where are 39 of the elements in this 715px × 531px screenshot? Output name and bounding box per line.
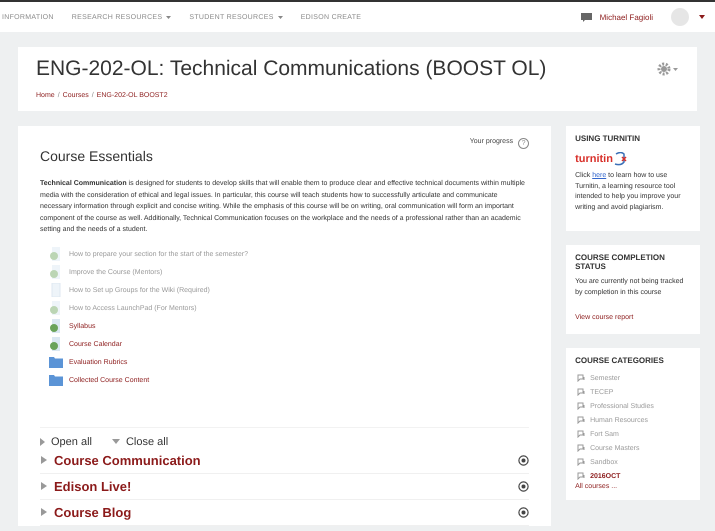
caret-right-icon[interactable] [40,482,48,490]
folder-icon [49,356,63,368]
page-icon [49,319,63,334]
category-icon [577,430,586,438]
topic-link[interactable]: Edison Live! [54,478,512,494]
topic-link[interactable]: Course Blog [54,504,512,520]
block-title: COURSE CATEGORIES [575,356,665,365]
category-icon [577,444,586,452]
topic-link[interactable]: Course Communication [54,452,512,468]
category-icon [577,458,586,466]
block-title: USING TURNITIN [575,134,641,143]
page-icon [49,265,63,280]
caret-icon[interactable] [699,15,705,19]
category-icon [577,388,586,396]
settings-icon[interactable] [657,62,679,76]
document-icon [49,283,63,298]
close-all-link[interactable]: Close all [112,436,168,448]
turnitin-logo: turnitin [575,152,629,166]
open-all-link[interactable]: Open all [40,436,92,448]
section-title: Course Essentials [40,148,154,164]
page-title: ENG-202-OL: Technical Communications (BOOST OL) [36,57,546,81]
category-icon [577,416,586,424]
page-icon [49,337,63,352]
page-icon [49,247,63,262]
category-icon [577,402,586,410]
user-name[interactable]: Michael Fagioli [600,12,653,22]
page-icon [49,301,63,316]
radio-icon[interactable] [518,506,530,518]
block-title: COURSE COMPLETION STATUS [575,253,666,271]
caret-right-icon[interactable] [40,456,48,464]
caret-right-icon[interactable] [40,508,48,516]
category-icon [577,472,586,480]
radio-icon[interactable] [518,454,530,466]
category-icon [577,374,586,382]
folder-icon [49,374,63,386]
caret-right-icon [40,438,45,446]
radio-icon[interactable] [518,480,530,492]
message-icon[interactable] [580,12,592,22]
caret-down-icon [112,439,120,444]
